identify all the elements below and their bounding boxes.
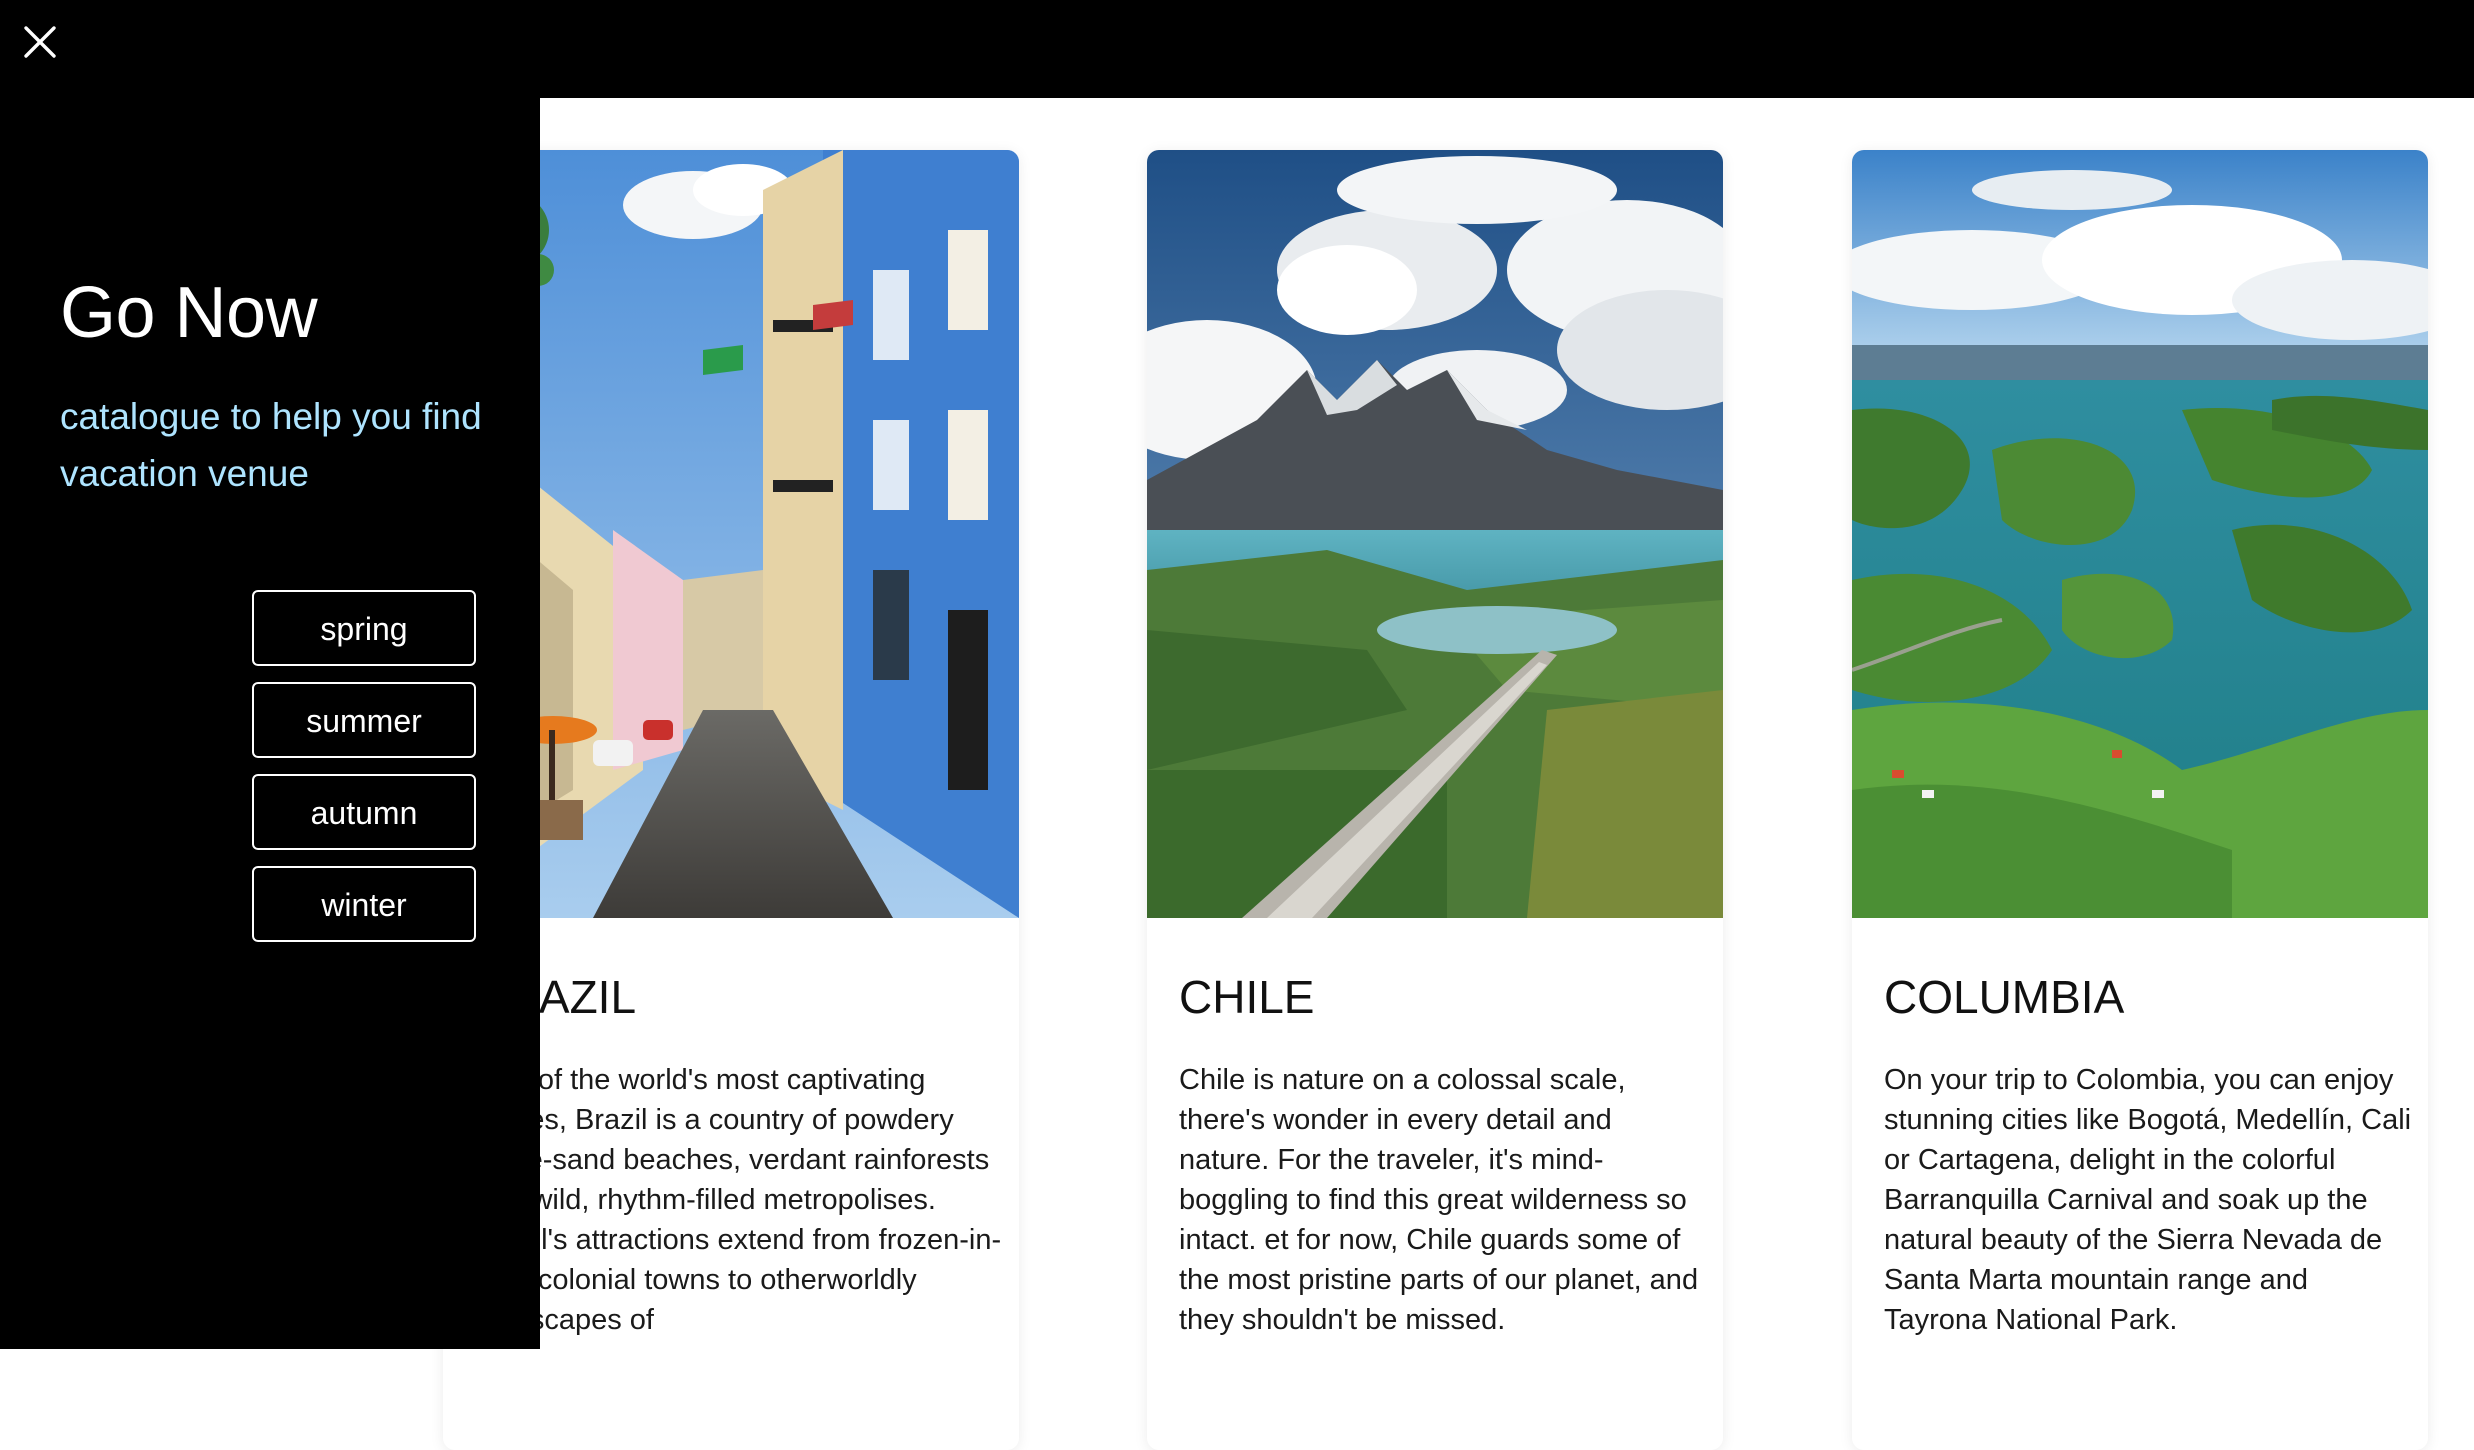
card-description: On your trip to Colombia, you can enjoy … xyxy=(1884,1064,2412,1336)
card-title: CHILE xyxy=(1179,971,1315,1023)
columbia-lake-photo xyxy=(1852,150,2428,918)
card-description: Chile is nature on a colossal scale, the… xyxy=(1179,1064,1699,1336)
card-title: COLUMBIA xyxy=(1884,971,2125,1023)
season-filter: spring summer autumn winter xyxy=(252,590,476,958)
season-button-summer[interactable]: summer xyxy=(252,682,476,758)
site-subtitle: catalogue to help you find vacation venu… xyxy=(60,396,482,494)
season-button-spring[interactable]: spring xyxy=(252,590,476,666)
destination-card-columbia[interactable]: COLUMBIA On your trip to Colombia, you c… xyxy=(1852,150,2428,1450)
card-description: One of the world's most captivating plac… xyxy=(475,1064,1002,1336)
close-icon[interactable] xyxy=(22,24,58,60)
season-button-winter[interactable]: winter xyxy=(252,866,476,942)
season-button-autumn[interactable]: autumn xyxy=(252,774,476,850)
site-title: Go Now xyxy=(60,273,318,353)
chile-mountains-photo xyxy=(1147,150,1723,918)
destination-card-chile[interactable]: CHILE Chile is nature on a colossal scal… xyxy=(1147,150,1723,1450)
sidebar-panel: Go Now catalogue to help you find vacati… xyxy=(0,0,540,1349)
